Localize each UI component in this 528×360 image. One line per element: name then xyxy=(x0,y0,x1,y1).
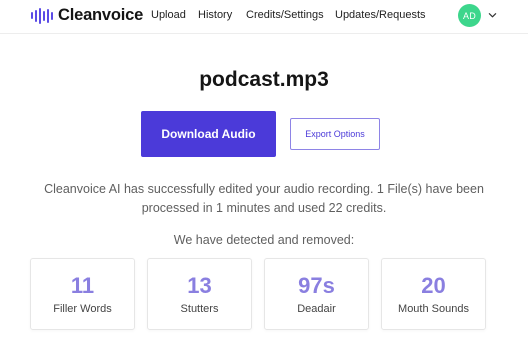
stat-value: 20 xyxy=(421,273,446,298)
file-title: podcast.mp3 xyxy=(199,68,329,91)
stat-label: Filler Words xyxy=(53,303,112,315)
nav-link-updates-requests[interactable]: Updates/Requests xyxy=(335,9,426,21)
results-page: Cleanvoice Upload History Credits/Settin… xyxy=(0,0,528,360)
stat-label: Mouth Sounds xyxy=(398,303,469,315)
chevron-down-icon[interactable] xyxy=(488,11,497,20)
avatar[interactable]: AD xyxy=(458,4,481,27)
stat-card-stutters: 13 Stutters xyxy=(147,258,252,330)
stat-value: 11 xyxy=(70,273,95,298)
detected-heading: We have detected and removed: xyxy=(173,233,355,247)
stat-label: Stutters xyxy=(180,303,219,315)
stat-label: Deadair xyxy=(297,303,336,315)
processing-summary: Cleanvoice AI has successfully edited yo… xyxy=(44,182,484,215)
download-audio-button[interactable]: Download Audio xyxy=(141,111,276,157)
audio-waveform-icon xyxy=(31,7,53,24)
nav-link-upload[interactable]: Upload xyxy=(151,9,186,21)
stat-card-filler-words: 11 Filler Words xyxy=(30,258,135,330)
stat-value: 13 xyxy=(187,273,212,298)
export-options-button[interactable]: Export Options xyxy=(290,118,380,150)
stat-card-deadair: 97s Deadair xyxy=(264,258,369,330)
stat-card-mouth-sounds: 20 Mouth Sounds xyxy=(381,258,486,330)
brand-name: Cleanvoice xyxy=(58,6,144,24)
brand-logo-link[interactable]: Cleanvoice xyxy=(31,6,143,25)
top-navbar: Cleanvoice Upload History Credits/Settin… xyxy=(0,0,528,34)
stat-value: 97s xyxy=(298,273,335,298)
nav-link-history[interactable]: History xyxy=(198,9,232,21)
nav-link-credits-settings[interactable]: Credits/Settings xyxy=(246,9,324,21)
